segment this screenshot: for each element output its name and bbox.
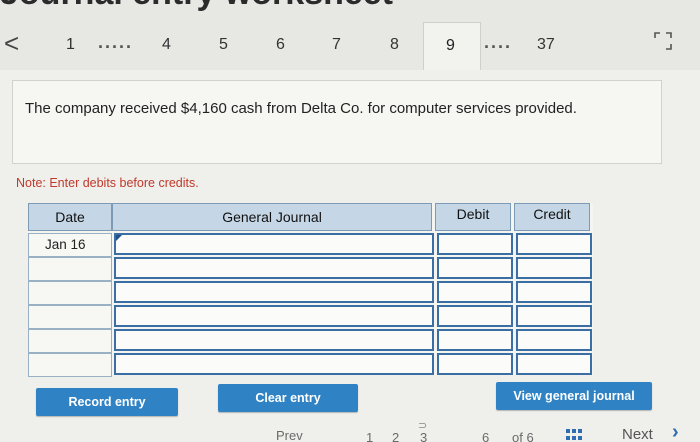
pager-item-8[interactable]: 8	[390, 36, 399, 54]
table-row	[28, 353, 593, 377]
table-row	[28, 305, 593, 329]
note-text: Note: Enter debits before credits.	[16, 176, 199, 190]
credit-field[interactable]	[516, 233, 592, 255]
debit-field[interactable]	[437, 257, 513, 279]
date-cell[interactable]	[28, 329, 112, 353]
question-box: The company received $4,160 cash from De…	[12, 80, 662, 164]
footer-page-2[interactable]: 2	[392, 430, 399, 442]
grid-icon[interactable]	[566, 429, 584, 441]
pager-item-1[interactable]: 1	[66, 36, 75, 54]
debit-field[interactable]	[437, 305, 513, 327]
next-button[interactable]: Next	[622, 426, 653, 442]
date-cell[interactable]	[28, 353, 112, 377]
expand-icon[interactable]	[652, 30, 674, 58]
footer-page-1[interactable]: 1	[366, 430, 373, 442]
account-field[interactable]	[114, 281, 434, 303]
question-panel: The company received $4,160 cash from De…	[0, 70, 700, 442]
prev-question-icon[interactable]: <	[4, 28, 19, 59]
table-row	[28, 257, 593, 281]
debit-field[interactable]	[437, 281, 513, 303]
pager-item-4[interactable]: 4	[162, 36, 171, 54]
pager-ellipsis: .....	[98, 32, 134, 52]
credit-field[interactable]	[516, 281, 592, 303]
footer-page-6[interactable]: 6	[482, 430, 489, 442]
date-cell[interactable]	[28, 257, 112, 281]
chevron-right-icon[interactable]: ›	[672, 421, 679, 442]
footer-nav: Prev 1 2 3 6 of 6	[0, 420, 700, 442]
credit-field[interactable]	[516, 305, 592, 327]
date-cell[interactable]: Jan 16	[28, 233, 112, 257]
table-row	[28, 329, 593, 353]
account-field[interactable]	[114, 353, 434, 375]
pager-item-5[interactable]: 5	[219, 36, 228, 54]
pager-item-9-active[interactable]: 9	[423, 22, 481, 74]
footer-page-count: of 6	[512, 430, 534, 442]
debit-field[interactable]	[437, 329, 513, 351]
credit-field[interactable]	[516, 329, 592, 351]
view-general-journal-button[interactable]: View general journal	[496, 382, 652, 410]
pager-item-7[interactable]: 7	[332, 36, 341, 54]
date-cell[interactable]	[28, 305, 112, 329]
pager-item-37[interactable]: 37	[537, 36, 555, 54]
date-cell[interactable]	[28, 281, 112, 305]
clear-entry-button[interactable]: Clear entry	[218, 384, 358, 412]
debit-field[interactable]	[437, 233, 513, 255]
header-debit: Debit	[435, 203, 511, 231]
header-credit: Credit	[514, 203, 590, 231]
account-field[interactable]	[114, 305, 434, 327]
header-date: Date	[28, 203, 112, 231]
credit-field[interactable]	[516, 353, 592, 375]
account-field[interactable]	[114, 233, 434, 255]
pager-item-6[interactable]: 6	[276, 36, 285, 54]
pager-item-9-label: 9	[446, 37, 455, 54]
header-general-journal: General Journal	[112, 203, 432, 231]
question-text: The company received $4,160 cash from De…	[25, 100, 577, 117]
link-icon: ⊃	[418, 420, 428, 432]
table-row: Jan 16	[28, 233, 593, 257]
prev-button[interactable]: Prev	[276, 428, 303, 442]
page-heading: Journal entry worksheet	[0, 0, 700, 13]
record-entry-button[interactable]: Record entry	[36, 388, 178, 416]
table-row	[28, 281, 593, 305]
debit-field[interactable]	[437, 353, 513, 375]
pager-ellipsis-2: ....	[484, 32, 513, 52]
account-field[interactable]	[114, 257, 434, 279]
question-pager: < 1 ..... 4 5 6 7 8 9 .... 37	[0, 18, 700, 74]
journal-table: Date General Journal Debit Credit Jan 16	[28, 203, 593, 377]
account-field[interactable]	[114, 329, 434, 351]
credit-field[interactable]	[516, 257, 592, 279]
